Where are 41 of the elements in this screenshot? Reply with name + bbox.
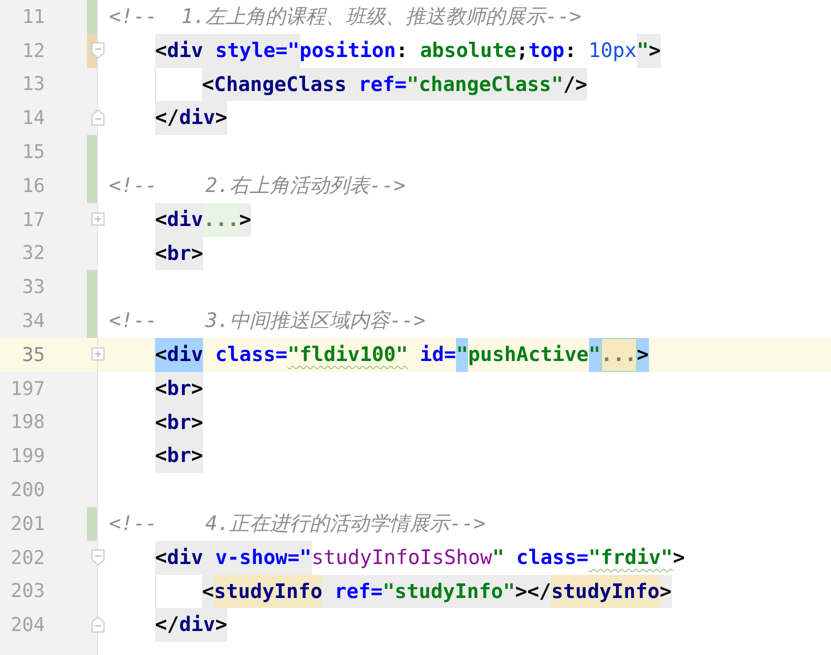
line-number: 17 (22, 208, 45, 231)
line-number: 204 (10, 614, 45, 636)
fold-icon[interactable] (91, 548, 105, 566)
line-number: 199 (10, 445, 45, 468)
code-line: <br> (155, 372, 204, 406)
line-number: 32 (22, 242, 45, 264)
code-line: <br> (155, 439, 204, 474)
line-number: 15 (22, 141, 45, 164)
line-number: 34 (22, 310, 45, 332)
line-number: 200 (10, 479, 45, 502)
code-line: </div> (155, 101, 228, 136)
line-number: 12 (22, 40, 45, 62)
line-number: 198 (10, 411, 45, 434)
fold-icon[interactable] (91, 42, 105, 59)
code-line: <div style="position: absolute;top: 10px"> (155, 34, 661, 68)
code-comment: <!-- 3.中间推送区域内容--> (109, 307, 426, 334)
fold-icon[interactable] (91, 109, 105, 126)
line-number: 11 (22, 6, 45, 28)
code-line: <div class="fldiv100" id="pushActive"...> (155, 338, 649, 372)
code-line: </div> (155, 608, 228, 642)
code-line: <div...> (155, 202, 252, 237)
expand-icon[interactable] (91, 346, 105, 363)
line-number: 13 (22, 73, 45, 96)
fold-icon[interactable] (91, 616, 105, 634)
line-number: 14 (22, 107, 45, 130)
line-number: 202 (10, 546, 45, 569)
line-number: 203 (10, 580, 45, 602)
expand-icon[interactable] (91, 210, 105, 228)
line-number: 33 (22, 276, 45, 298)
code-line: <br> (155, 406, 204, 440)
line-number: 16 (22, 174, 45, 197)
code-line: <studyInfo ref="studyInfo"></studyInfo> (202, 574, 672, 608)
line-number: 197 (10, 378, 45, 400)
code-comment: <!-- 2.右上角活动列表--> (109, 172, 406, 199)
code-comment: <!-- 4.正在进行的活动学情展示--> (109, 510, 486, 537)
line-number: 201 (10, 512, 45, 535)
code-line: <br> (155, 236, 204, 270)
code-line: <div v-show="studyInfoIsShow" class="frdiv"> (155, 540, 685, 575)
code-comment: <!-- 1.左上角的课程、班级、推送教师的展示--> (109, 3, 582, 30)
code-line: <ChangeClass ref="changeClass"/> (202, 68, 588, 102)
line-number: 35 (22, 344, 45, 366)
